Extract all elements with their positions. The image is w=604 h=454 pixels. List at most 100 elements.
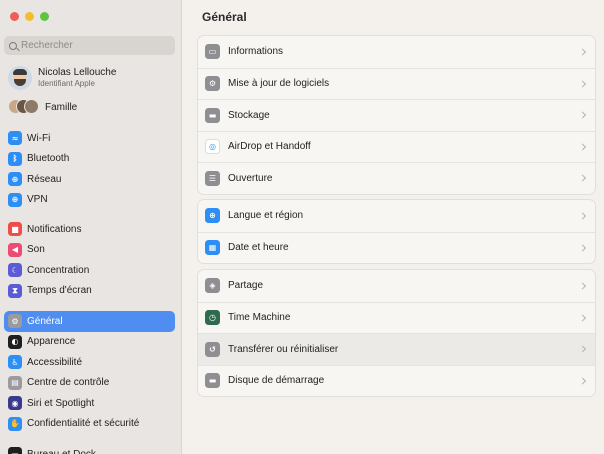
calendar-icon: ▦ bbox=[205, 240, 220, 256]
sidebar-item-accessibilite[interactable]: ♿ Accessibilité bbox=[4, 352, 175, 373]
reset-icon: ↺ bbox=[205, 341, 220, 357]
chevron-right-icon bbox=[578, 345, 587, 353]
bluetooth-icon: ᛒ bbox=[8, 151, 22, 166]
info-icon: ▭ bbox=[205, 44, 220, 60]
zoom-button[interactable] bbox=[40, 12, 49, 21]
sidebar-item-label: Siri et Spotlight bbox=[27, 397, 95, 409]
sidebar-item-apparence[interactable]: ◐ Apparence bbox=[4, 332, 175, 353]
chevron-right-icon bbox=[578, 282, 587, 290]
settings-row-label: Mise à jour de logiciels bbox=[228, 78, 330, 90]
sidebar-item-label: Accessibilité bbox=[27, 356, 83, 368]
settings-row-date-et-heure[interactable]: ▦ Date et heure bbox=[198, 231, 595, 264]
sidebar-item-wi-fi[interactable]: ≈ Wi-Fi bbox=[4, 128, 175, 149]
settings-row-langue-et-region[interactable]: ⊕ Langue et région bbox=[198, 200, 595, 232]
sidebar-group-system: ⚙ Général ◐ Apparence ♿ Accessibilité ▤ Centre … bbox=[4, 311, 175, 434]
sidebar-item-label: Général bbox=[27, 315, 63, 327]
globe-icon: ⊕ bbox=[8, 172, 22, 187]
sidebar-item-family[interactable]: Famille bbox=[8, 99, 77, 115]
vpn-icon: ⊕ bbox=[8, 192, 22, 207]
siri-icon: ◉ bbox=[8, 396, 22, 411]
sharing-icon: ◈ bbox=[205, 278, 220, 294]
sidebar-item-label: Famille bbox=[45, 101, 78, 113]
control-center-icon: ▤ bbox=[8, 375, 22, 390]
settings-row-label: Date et heure bbox=[228, 242, 289, 254]
sidebar-item-label: Temps d'écran bbox=[27, 285, 92, 297]
moon-icon: ☾ bbox=[8, 263, 22, 278]
sidebar-item-label: Confidentialité et sécurité bbox=[27, 418, 140, 430]
startup-disk-icon: ▬ bbox=[205, 373, 220, 389]
settings-row-stockage[interactable]: ▬ Stockage bbox=[198, 99, 595, 131]
settings-row-label: AirDrop et Handoff bbox=[228, 141, 311, 153]
sidebar-item-bluetooth[interactable]: ᛒ Bluetooth bbox=[4, 149, 175, 170]
speaker-icon: ◀ bbox=[8, 242, 22, 257]
settings-row-label: Transférer ou réinitialiser bbox=[228, 343, 339, 355]
sidebar-item-bureau-et-dock[interactable]: ▭ Bureau et Dock bbox=[4, 444, 175, 454]
search-field[interactable] bbox=[4, 36, 175, 55]
settings-row-label: Ouverture bbox=[228, 172, 273, 184]
apple-account[interactable]: Nicolas Lellouche Identifiant Apple bbox=[8, 66, 116, 90]
login-items-icon: ☰ bbox=[205, 170, 220, 186]
settings-row-partage[interactable]: ◈ Partage bbox=[198, 270, 595, 302]
sidebar-group-notifications: ■ Notifications ◀ Son ☾ Concentration ⧗ Temps d… bbox=[4, 219, 175, 301]
sidebar-item-temps-d-ecran[interactable]: ⧗ Temps d'écran bbox=[4, 281, 175, 302]
sidebar-item-label: Centre de contrôle bbox=[27, 377, 110, 389]
settings-row-mise-a-jour-de-logiciels[interactable]: ⚙ Mise à jour de logiciels bbox=[198, 67, 595, 100]
search-icon bbox=[9, 41, 17, 50]
airdrop-icon: ◎ bbox=[205, 139, 220, 155]
wifi-icon: ≈ bbox=[8, 131, 22, 146]
sidebar-item-notifications[interactable]: ■ Notifications bbox=[4, 219, 175, 240]
settings-row-transferer-ou-reinitialiser[interactable]: ↺ Transférer ou réinitialiser bbox=[198, 333, 595, 365]
appearance-icon: ◐ bbox=[8, 334, 22, 349]
page-title: Général bbox=[202, 10, 247, 24]
sidebar-item-label: Wi-Fi bbox=[27, 132, 51, 144]
sidebar-item-son[interactable]: ◀ Son bbox=[4, 240, 175, 261]
avatar bbox=[8, 66, 32, 90]
settings-row-ouverture[interactable]: ☰ Ouverture bbox=[198, 162, 595, 194]
time-machine-icon: ◷ bbox=[205, 310, 220, 326]
sidebar-item-confidentialite-et-securite[interactable]: ✋ Confidentialité et sécurité bbox=[4, 414, 175, 435]
accessibility-icon: ♿ bbox=[8, 355, 22, 370]
settings-row-label: Time Machine bbox=[228, 312, 291, 324]
sidebar-item-centre-de-controle[interactable]: ▤ Centre de contrôle bbox=[4, 373, 175, 394]
dock-icon: ▭ bbox=[8, 447, 22, 454]
settings-row-airdrop-et-handoff[interactable]: ◎ AirDrop et Handoff bbox=[198, 130, 595, 163]
sidebar-group-network: ≈ Wi-Fi ᛒ Bluetooth ⊕ Réseau ⊕ VPN bbox=[4, 128, 175, 210]
settings-row-disque-de-demarrage[interactable]: ▬ Disque de démarrage bbox=[198, 364, 595, 397]
chevron-right-icon bbox=[578, 377, 587, 385]
settings-row-informations[interactable]: ▭ Informations bbox=[198, 36, 595, 68]
gear-icon: ⚙ bbox=[8, 314, 22, 329]
sidebar-item-siri-et-spotlight[interactable]: ◉ Siri et Spotlight bbox=[4, 393, 175, 414]
family-avatars-icon bbox=[8, 99, 40, 115]
sidebar: Nicolas Lellouche Identifiant Apple Fami… bbox=[0, 0, 182, 454]
close-button[interactable] bbox=[10, 12, 19, 21]
sidebar-item-label: VPN bbox=[27, 194, 48, 206]
sidebar-item-general[interactable]: ⚙ Général bbox=[4, 311, 175, 332]
settings-row-label: Stockage bbox=[228, 109, 270, 121]
chevron-right-icon bbox=[578, 80, 587, 88]
account-subtitle: Identifiant Apple bbox=[38, 79, 95, 88]
settings-card-locale: ⊕ Langue et région ▦ Date et heure bbox=[197, 199, 596, 264]
account-name: Nicolas Lellouche bbox=[38, 67, 117, 78]
language-icon: ⊕ bbox=[205, 208, 220, 224]
hourglass-icon: ⧗ bbox=[8, 283, 22, 298]
sidebar-item-label: Son bbox=[27, 244, 45, 256]
sidebar-item-label: Concentration bbox=[27, 264, 90, 276]
hand-icon: ✋ bbox=[8, 416, 22, 431]
chevron-right-icon bbox=[578, 212, 587, 220]
sidebar-item-reseau[interactable]: ⊕ Réseau bbox=[4, 169, 175, 190]
sidebar-item-concentration[interactable]: ☾ Concentration bbox=[4, 260, 175, 281]
search-input[interactable] bbox=[21, 40, 171, 51]
bell-icon: ■ bbox=[8, 222, 22, 237]
settings-row-time-machine[interactable]: ◷ Time Machine bbox=[198, 301, 595, 334]
sidebar-item-label: Notifications bbox=[27, 223, 82, 235]
minimize-button[interactable] bbox=[25, 12, 34, 21]
chevron-right-icon bbox=[578, 174, 587, 182]
settings-card-system: ◈ Partage ◷ Time Machine ↺ Transférer ou réin… bbox=[197, 269, 596, 397]
chevron-right-icon bbox=[578, 111, 587, 119]
settings-card-about: ▭ Informations ⚙ Mise à jour de logiciels ▬ S… bbox=[197, 35, 596, 195]
sidebar-group-desktop: ▭ Bureau et Dock bbox=[4, 444, 175, 454]
sidebar-item-vpn[interactable]: ⊕ VPN bbox=[4, 190, 175, 211]
settings-row-label: Langue et région bbox=[228, 210, 304, 222]
sidebar-item-label: Bureau et Dock bbox=[27, 449, 96, 454]
software-update-icon: ⚙ bbox=[205, 76, 220, 92]
